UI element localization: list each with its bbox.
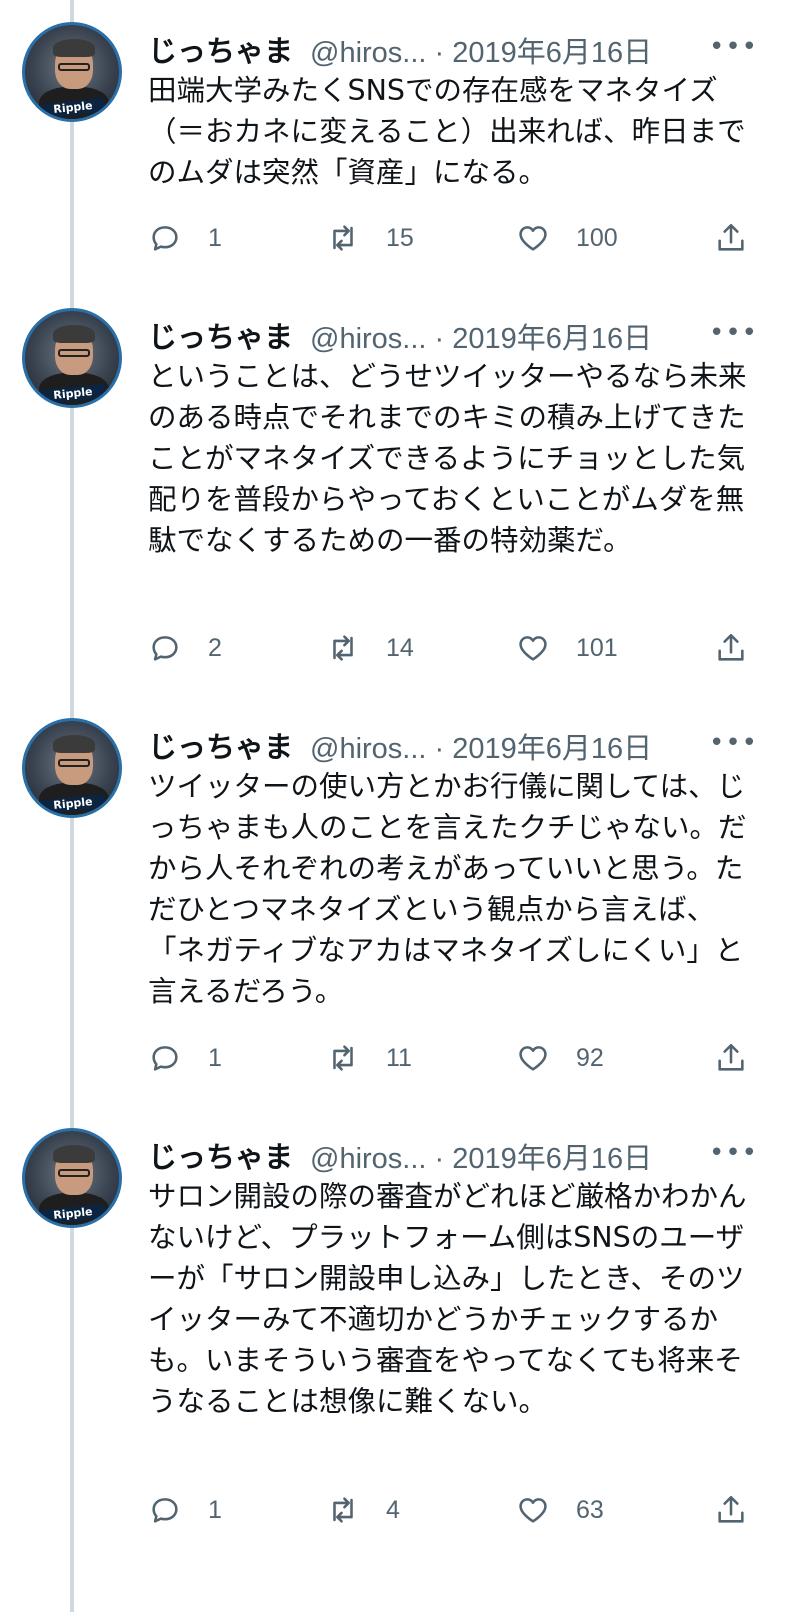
heart-icon bbox=[519, 1046, 547, 1071]
tweet-text: 田端大学みたくSNSでの存在感をマネタイズ（＝おカネに変えること）出来れば、昨日… bbox=[148, 74, 746, 189]
heart-icon bbox=[519, 226, 547, 251]
handle-and-date[interactable]: @hiros... · 2019年6月16日 bbox=[310, 315, 652, 357]
retweet-button[interactable]: 4 bbox=[326, 1490, 400, 1530]
share-icon bbox=[718, 1495, 744, 1523]
more-options-icon[interactable]: ••• bbox=[709, 728, 758, 758]
avatar[interactable]: Ripple bbox=[22, 308, 122, 408]
share-button[interactable] bbox=[714, 628, 748, 668]
reply-button[interactable]: 1 bbox=[148, 1038, 222, 1078]
like-button[interactable]: 101 bbox=[516, 628, 618, 668]
reply-icon bbox=[152, 636, 178, 661]
tweet-text: ということは、どうせツイッターやるなら未来のある時点でそれまでのキミの積み上げて… bbox=[148, 360, 747, 557]
share-icon bbox=[718, 1043, 744, 1071]
retweet-button[interactable]: 14 bbox=[326, 628, 414, 668]
avatar[interactable]: Ripple bbox=[22, 1128, 122, 1228]
tweet-header: じっちゃま @hiros... · 2019年6月16日 ••• bbox=[148, 312, 758, 355]
like-button[interactable]: 63 bbox=[516, 1490, 604, 1530]
share-button[interactable] bbox=[714, 1038, 748, 1078]
share-button[interactable] bbox=[714, 1490, 748, 1530]
heart-icon bbox=[519, 636, 547, 661]
share-button[interactable] bbox=[714, 218, 748, 258]
retweet-count: 4 bbox=[386, 1495, 400, 1524]
retweet-count: 11 bbox=[386, 1043, 412, 1072]
retweet-count: 15 bbox=[386, 223, 414, 252]
author-name[interactable]: じっちゃま bbox=[148, 28, 293, 70]
reply-icon bbox=[152, 1046, 178, 1071]
more-options-icon[interactable]: ••• bbox=[709, 318, 758, 348]
retweet-icon bbox=[333, 635, 353, 661]
tweet-actions: 2 14 101 bbox=[148, 628, 748, 668]
reply-button[interactable]: 1 bbox=[148, 1490, 222, 1530]
like-count: 63 bbox=[576, 1495, 604, 1524]
more-options-icon[interactable]: ••• bbox=[709, 1138, 758, 1168]
share-icon bbox=[718, 633, 744, 661]
like-count: 101 bbox=[576, 633, 618, 662]
tweet-actions: 1 4 63 bbox=[148, 1490, 748, 1530]
tweet-text: ツイッターの使い方とかお行儀に関しては、じっちゃまも人のことを言えたクチじゃない… bbox=[148, 770, 747, 1008]
reply-count: 1 bbox=[208, 223, 222, 252]
author-name[interactable]: じっちゃま bbox=[148, 314, 293, 356]
author-name[interactable]: じっちゃま bbox=[148, 724, 293, 766]
like-button[interactable]: 100 bbox=[516, 218, 618, 258]
tweet-actions: 1 15 100 bbox=[148, 218, 748, 258]
tweet-header: じっちゃま @hiros... · 2019年6月16日 ••• bbox=[148, 1132, 758, 1175]
reply-button[interactable]: 1 bbox=[148, 218, 222, 258]
tweet-header: じっちゃま @hiros... · 2019年6月16日 ••• bbox=[148, 722, 758, 765]
retweet-count: 14 bbox=[386, 633, 414, 662]
reply-icon bbox=[152, 226, 178, 251]
reply-count: 2 bbox=[208, 633, 222, 662]
tweet-actions: 1 11 92 bbox=[148, 1038, 748, 1078]
tweet-text: サロン開設の際の審査がどれほど厳格かわかんないけど、プラットフォーム側はSNSの… bbox=[148, 1180, 747, 1418]
like-button[interactable]: 92 bbox=[516, 1038, 604, 1078]
avatar[interactable]: Ripple bbox=[22, 22, 122, 122]
heart-icon bbox=[519, 1498, 547, 1523]
handle-and-date[interactable]: @hiros... · 2019年6月16日 bbox=[310, 29, 652, 71]
reply-count: 1 bbox=[208, 1043, 222, 1072]
reply-icon bbox=[152, 1498, 178, 1523]
like-count: 92 bbox=[576, 1043, 604, 1072]
reply-button[interactable]: 2 bbox=[148, 628, 222, 668]
share-icon bbox=[718, 223, 744, 251]
retweet-button[interactable]: 11 bbox=[326, 1038, 412, 1078]
author-name[interactable]: じっちゃま bbox=[148, 1134, 293, 1176]
retweet-icon bbox=[333, 1045, 353, 1071]
handle-and-date[interactable]: @hiros... · 2019年6月16日 bbox=[310, 725, 652, 767]
handle-and-date[interactable]: @hiros... · 2019年6月16日 bbox=[310, 1135, 652, 1177]
tweet-header: じっちゃま @hiros... · 2019年6月16日 ••• bbox=[148, 26, 758, 69]
retweet-button[interactable]: 15 bbox=[326, 218, 414, 258]
reply-count: 1 bbox=[208, 1495, 222, 1524]
avatar[interactable]: Ripple bbox=[22, 718, 122, 818]
retweet-icon bbox=[333, 1497, 353, 1523]
like-count: 100 bbox=[576, 223, 618, 252]
retweet-icon bbox=[333, 225, 353, 251]
more-options-icon[interactable]: ••• bbox=[709, 32, 758, 62]
